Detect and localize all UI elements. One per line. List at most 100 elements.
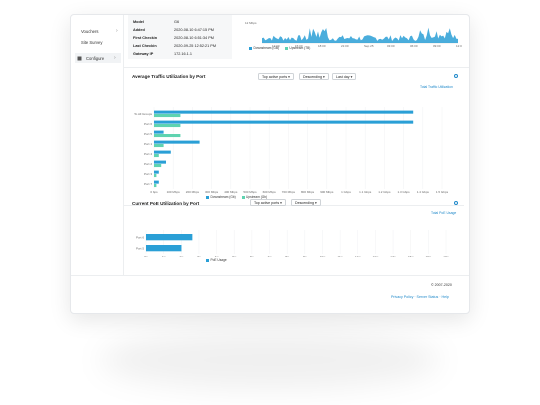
refresh-icon[interactable] (454, 74, 458, 78)
copyright: © 2007-2020 (431, 283, 452, 287)
refresh-icon[interactable] (454, 201, 458, 205)
category-label: Port 6 (144, 122, 152, 126)
x-tick-label: 06:00 (410, 44, 418, 48)
x-tick-label: 18:00 (318, 44, 326, 48)
info-key: Last Checkin (133, 44, 157, 48)
sidebar-item-site-survey[interactable]: Site Survey (81, 40, 102, 45)
info-value: 2020-09-25 12:52:21 PM (174, 44, 217, 48)
poe-active-ports-dropdown[interactable]: Top active ports ▾ (250, 199, 286, 206)
bar-upstream-gb- (154, 114, 181, 118)
bar-upstream-gb- (154, 134, 181, 138)
sidebar-item-label: Vouchers (81, 29, 99, 34)
bar-downstream-gb- (154, 180, 159, 184)
legend-label: PoE Usage (210, 258, 227, 262)
info-key: Added (133, 28, 145, 32)
dropdown-label: Descending (295, 201, 314, 205)
bar-upstream-gb- (154, 124, 181, 128)
downstream-area (262, 27, 458, 43)
category-label: Port 5 (144, 132, 152, 136)
info-value: 2020-08-10 6:51:34 PM (174, 36, 214, 40)
x-tick-label: 16w (426, 255, 432, 257)
x-tick-label: 300 Mbps (205, 190, 219, 194)
x-tick-label: 3w (197, 255, 202, 257)
divider (124, 67, 469, 68)
legend-label: Downstream (Gb) (210, 195, 236, 199)
bar-poe-usage (146, 245, 182, 252)
footer-links[interactable]: Privacy Policy · Server Status · Help (391, 295, 449, 299)
x-tick-label: 2w (179, 255, 184, 257)
info-key: First Checkin (133, 36, 158, 40)
x-tick-label: 09:00 (433, 44, 441, 48)
device-info-panel: Model G6 Added 2020-08-10 6:47:15 PM Fir… (128, 15, 232, 59)
top-chart-legend: Downstream (GB) Upstream (TB) (249, 46, 310, 50)
info-value: 2020-08-10 6:47:15 PM (174, 28, 214, 32)
category-label: Port 5 (136, 247, 144, 251)
x-tick-label: 17w (443, 255, 449, 257)
category-label: Port 6 (136, 236, 144, 240)
legend-swatch (206, 258, 209, 262)
x-tick-label: 700 Mbps (282, 190, 296, 194)
x-tick-label: 1.3 Gbps (398, 190, 411, 194)
x-tick-label: 200 Mbps (186, 190, 200, 194)
bar-poe-usage (146, 234, 193, 241)
dropdown-label: Descending (303, 75, 322, 79)
x-tick-label: 4w (215, 255, 220, 257)
x-tick-label: 1.5 Gbps (436, 190, 449, 194)
dropdown-label: Last day (336, 75, 350, 79)
sidebar-item-label: Site Survey (81, 40, 103, 45)
category-label: Port 7 (144, 182, 152, 186)
app-window: Vouchers Site Survey › Configure › Model… (70, 14, 470, 314)
info-value: 172.16.1.1 (174, 52, 192, 56)
legend-swatch (284, 46, 288, 50)
gear-icon (77, 56, 82, 60)
x-tick-label: 100 Mbps (167, 190, 181, 194)
x-tick-label: 900 Mbps (320, 190, 334, 194)
category-label: Port 3 (144, 172, 152, 176)
x-tick-label: 03:00 (387, 44, 395, 48)
x-tick-label: 13w (373, 255, 379, 257)
sort-order-dropdown[interactable]: Descending ▾ (299, 73, 329, 80)
x-tick-label: 15w (408, 255, 414, 257)
chevron-right-icon: › (116, 28, 118, 34)
bar-downstream-gb- (154, 120, 414, 124)
bar-downstream-gb- (154, 150, 171, 154)
total-traffic-link[interactable]: Total Traffic Utilization (420, 85, 453, 89)
sidebar-item-configure[interactable]: Configure › (75, 53, 121, 63)
x-tick-label: 12:00 (456, 44, 462, 48)
active-ports-dropdown[interactable]: Top active ports ▾ (258, 73, 294, 80)
poe-sort-order-dropdown[interactable]: Descending ▾ (291, 199, 321, 206)
main-content: Model G6 Added 2020-08-10 6:47:15 PM Fir… (124, 15, 469, 275)
time-range-dropdown[interactable]: Last day ▾ (332, 73, 357, 80)
x-tick-label: 0 bps (150, 190, 158, 194)
bar-downstream-gb- (154, 130, 164, 134)
dropdown-label: Top active ports (262, 75, 288, 79)
sidebar-item-vouchers[interactable]: Vouchers (81, 29, 98, 34)
x-tick-label: 11w (337, 255, 343, 257)
x-tick-label: 5w (232, 255, 237, 257)
info-key: Gateway IP (133, 52, 154, 56)
legend-label: Downstream (GB) (253, 46, 280, 50)
bar-upstream-gb- (154, 144, 164, 148)
legend-swatch (249, 46, 252, 50)
chevron-right-icon: › (114, 54, 116, 61)
x-tick-label: 0w (144, 255, 149, 257)
x-tick-label: 1.4 Gbps (417, 190, 430, 194)
bar-downstream-gb- (154, 110, 414, 114)
x-tick-label: 800 Mbps (301, 190, 315, 194)
x-tick-label: 1.2 Gbps (378, 190, 391, 194)
x-tick-label: 600 Mbps (263, 190, 277, 194)
legend-swatch (206, 195, 209, 199)
bar-downstream-gb- (154, 140, 200, 144)
legend-swatch (241, 195, 245, 199)
category-label: Port 1 (144, 142, 152, 146)
x-tick-label: 10w (320, 255, 326, 257)
x-tick-label: 12w (355, 255, 361, 257)
x-tick-label: 8w (285, 255, 290, 257)
bar-upstream-gb- (154, 164, 162, 168)
sidebar: Vouchers Site Survey › Configure › (71, 15, 124, 275)
total-poe-link[interactable]: Total PoE Usage (431, 211, 456, 215)
traffic-utilization-chart: 0 bps 100 Mbps 200 Mbps 300 Mbps 400 Mbps 500… (134, 107, 449, 194)
bar-upstream-gb- (154, 174, 157, 178)
bar-upstream-gb- (154, 184, 157, 188)
dropdown-label: Top active ports (254, 201, 280, 205)
